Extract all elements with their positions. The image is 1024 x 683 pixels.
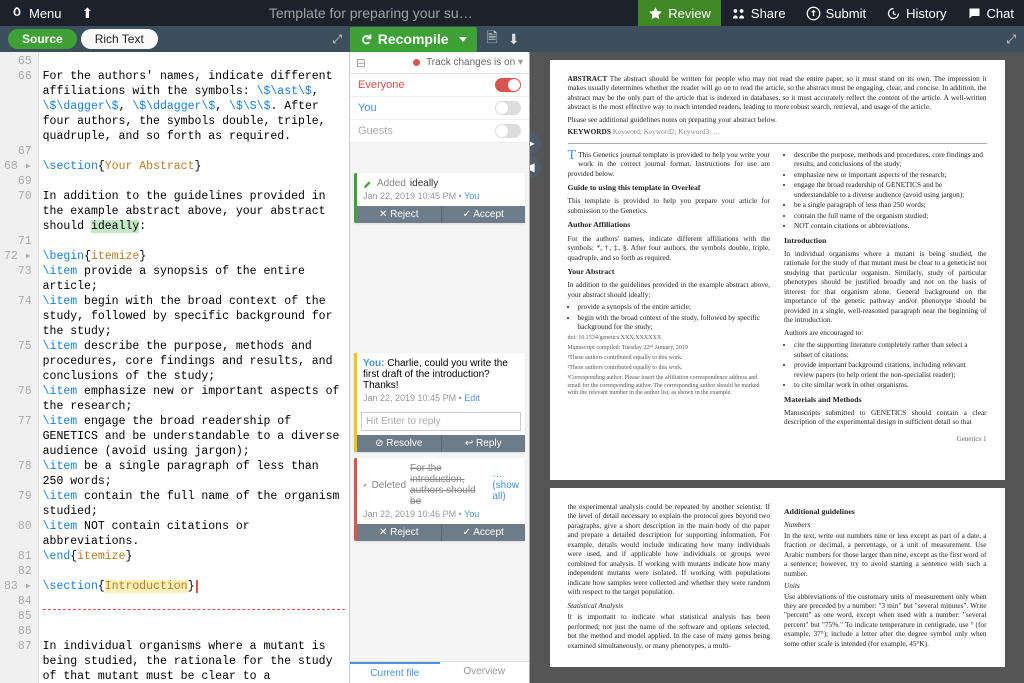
review-icon bbox=[648, 6, 663, 21]
pencil-icon bbox=[363, 179, 373, 189]
pdf-page-1: ABSTRACT The abstract should be written … bbox=[550, 60, 1005, 480]
deleted-words: For the introduction, authors should be bbox=[410, 463, 488, 507]
expand-right-icon[interactable]: ⤢ bbox=[1006, 32, 1016, 47]
pdf-page-2: the experimental analysis could be repea… bbox=[550, 488, 1005, 667]
sync-left-button[interactable]: ◀ bbox=[530, 156, 541, 178]
toggle-guests[interactable] bbox=[495, 124, 521, 138]
deleted-label: Deleted bbox=[372, 480, 406, 491]
toggle-guests-label: Guests bbox=[358, 125, 393, 137]
expand-left-icon[interactable]: ⤢ bbox=[332, 32, 342, 47]
pencil-icon bbox=[363, 480, 368, 490]
chat-button[interactable]: Chat bbox=[957, 0, 1024, 26]
overleaf-logo-icon bbox=[10, 6, 24, 20]
share-button[interactable]: Share bbox=[721, 0, 796, 26]
comment-text: Charlie, could you write the first draft… bbox=[363, 358, 508, 391]
download-icon[interactable]: ⬇ bbox=[508, 31, 520, 48]
track-tools-icon[interactable]: ⊟ bbox=[356, 56, 366, 70]
history-icon bbox=[886, 6, 901, 21]
comment-card: You: Charlie, could you write the first … bbox=[354, 353, 525, 452]
resolve-button[interactable]: ⊘ Resolve bbox=[357, 435, 441, 452]
reject-change-button[interactable]: ✕ Reject bbox=[357, 206, 441, 223]
richtext-tab[interactable]: Rich Text bbox=[81, 29, 158, 49]
added-label: Added bbox=[377, 178, 406, 189]
secondary-toolbar: Source Rich Text ⤢ ↻ Recompile 🗎 ⬇ ⤢ bbox=[0, 26, 1024, 52]
logs-icon[interactable]: 🗎 bbox=[487, 27, 498, 51]
added-change-card: Added ideally Jan 22, 2019 10:45 PM • Yo… bbox=[354, 173, 525, 223]
main-area: 6566 6768 ▸6970 7172 ▸73 74 75 76 77 78 … bbox=[0, 52, 1024, 683]
added-word: ideally bbox=[410, 178, 438, 189]
history-button[interactable]: History bbox=[876, 0, 956, 26]
top-toolbar: Menu ⬆ Template for preparing your su… R… bbox=[0, 0, 1024, 26]
submit-icon bbox=[806, 6, 821, 21]
sync-right-button[interactable]: ▶ bbox=[530, 132, 541, 154]
toggle-you-label: You bbox=[358, 102, 377, 114]
menu-button[interactable]: Menu bbox=[0, 0, 72, 26]
track-status-label: Track changes is on ▾ bbox=[426, 57, 523, 68]
reply-input[interactable]: Hit Enter to reply bbox=[361, 412, 521, 431]
track-status-dot bbox=[413, 59, 420, 66]
share-icon bbox=[731, 6, 746, 21]
recompile-button[interactable]: ↻ Recompile bbox=[350, 27, 477, 52]
recompile-dropdown-icon[interactable] bbox=[459, 37, 467, 42]
reject-delete-button[interactable]: ✕ Reject bbox=[357, 524, 441, 541]
code-area[interactable]: For the authors' names, indicate differe… bbox=[39, 52, 349, 683]
toggle-everyone[interactable] bbox=[495, 78, 521, 92]
up-level-button[interactable]: ⬆ bbox=[72, 5, 104, 22]
submit-button[interactable]: Submit bbox=[796, 0, 876, 26]
source-tab[interactable]: Source bbox=[8, 29, 77, 49]
edit-comment-link[interactable]: Edit bbox=[464, 393, 480, 403]
refresh-icon: ↻ bbox=[357, 33, 374, 45]
review-pane: ⊟ Track changes is on ▾ Everyone You Gue… bbox=[350, 52, 530, 683]
toggle-everyone-label: Everyone bbox=[358, 79, 404, 91]
show-all-link[interactable]: … (show all) bbox=[492, 469, 519, 502]
code-editor[interactable]: 6566 6768 ▸6970 7172 ▸73 74 75 76 77 78 … bbox=[0, 52, 349, 683]
accept-delete-button[interactable]: ✓ Accept bbox=[441, 524, 526, 541]
review-button[interactable]: Review bbox=[638, 0, 721, 26]
document-title: Template for preparing your su… bbox=[103, 5, 638, 21]
chat-icon bbox=[967, 6, 982, 21]
pdf-pane: ▶ ◀ ABSTRACT The abstract should be writ… bbox=[530, 52, 1024, 683]
accept-change-button[interactable]: ✓ Accept bbox=[441, 206, 526, 223]
editor-pane: 6566 6768 ▸6970 7172 ▸73 74 75 76 77 78 … bbox=[0, 52, 350, 683]
line-gutter: 6566 6768 ▸6970 7172 ▸73 74 75 76 77 78 … bbox=[0, 52, 39, 683]
review-tab-current[interactable]: Current file bbox=[350, 662, 440, 683]
deleted-change-card: Deleted For the introduction, authors sh… bbox=[354, 458, 525, 541]
toggle-you[interactable] bbox=[495, 101, 521, 115]
reply-button[interactable]: ↩ Reply bbox=[441, 435, 526, 452]
review-tab-overview[interactable]: Overview bbox=[440, 662, 530, 683]
